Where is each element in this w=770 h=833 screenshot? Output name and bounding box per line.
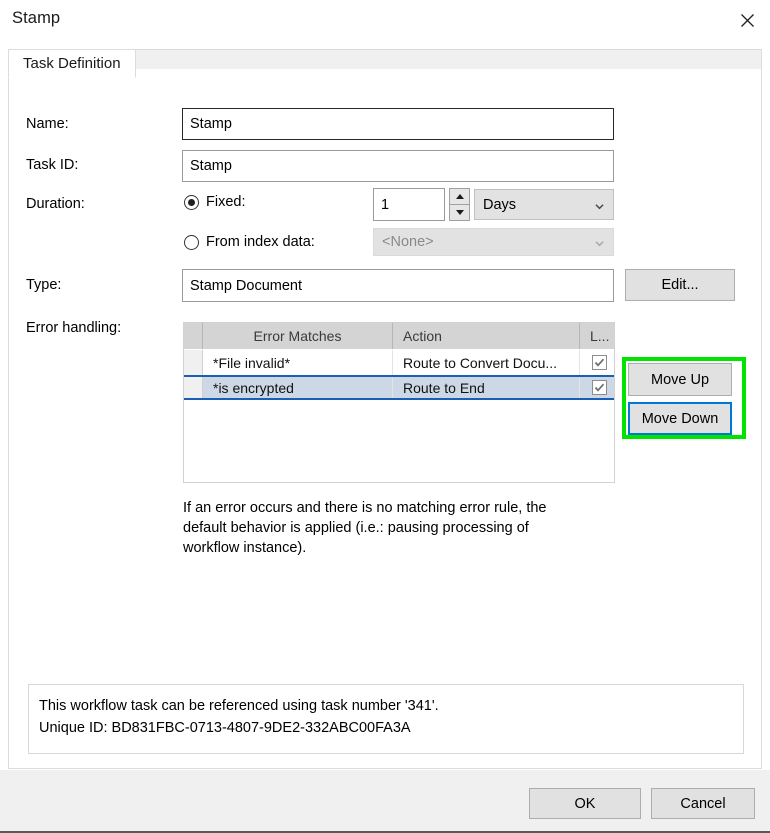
duration-value-input[interactable]: 1 (373, 188, 445, 221)
edit-button-label: Edit... (661, 277, 699, 293)
row-gutter (184, 377, 203, 398)
duration-fixed-radio[interactable]: Fixed: (184, 194, 246, 210)
from-index-select[interactable]: <None> (373, 228, 614, 256)
grid-header-row: Error Matches Action L... (184, 323, 614, 350)
cell-log (580, 350, 614, 375)
tab-label: Task Definition (23, 55, 121, 72)
error-rules-grid[interactable]: Error Matches Action L... *File invalid*… (183, 322, 615, 483)
error-handling-help-text: If an error occurs and there is no match… (183, 500, 547, 556)
edit-type-button[interactable]: Edit... (625, 269, 735, 301)
close-button[interactable] (724, 0, 770, 40)
dialog-footer: OK Cancel (0, 770, 770, 833)
chevron-down-icon-disabled (595, 241, 604, 247)
triangle-down-icon (455, 209, 464, 215)
check-icon (594, 383, 604, 392)
move-up-label: Move Up (650, 371, 710, 388)
name-input[interactable]: Stamp (182, 108, 614, 140)
radio-from-index-icon (184, 234, 199, 250)
type-input[interactable]: Stamp Document (182, 269, 614, 302)
cell-error-match: *is encrypted (203, 377, 393, 398)
cell-error-match: *File invalid* (203, 350, 393, 375)
error-handling-label: Error handling: (26, 320, 122, 336)
task-id-input-value: Stamp (190, 158, 232, 174)
log-checkbox[interactable] (591, 355, 607, 370)
check-icon (594, 358, 604, 367)
close-icon (740, 13, 754, 27)
duration-stepper-down[interactable] (449, 204, 470, 221)
table-row[interactable]: *File invalid* Route to Convert Docu... (184, 350, 614, 375)
cancel-button[interactable]: Cancel (651, 788, 755, 819)
type-value: Stamp Document (190, 277, 303, 294)
radio-fixed-icon (184, 194, 199, 210)
cell-log (580, 377, 614, 398)
move-up-button[interactable]: Move Up (628, 363, 732, 396)
grid-header-log[interactable]: L... (580, 323, 614, 349)
triangle-up-icon (455, 193, 464, 199)
name-label: Name: (26, 116, 69, 132)
name-input-value: Stamp (190, 116, 232, 132)
row-gutter (184, 350, 203, 375)
duration-unit-value: Days (483, 196, 517, 213)
move-down-button[interactable]: Move Down (628, 402, 732, 435)
cell-action: Route to End (393, 377, 580, 398)
window-title: Stamp (12, 9, 61, 27)
task-info-box: This workflow task can be referenced usi… (28, 684, 744, 754)
task-id-input[interactable]: Stamp (182, 150, 614, 182)
from-index-value: <None> (382, 234, 434, 250)
chevron-down-icon (595, 203, 604, 209)
cell-action: Route to Convert Docu... (393, 350, 580, 375)
grid-header-error-matches[interactable]: Error Matches (203, 323, 393, 349)
ok-label: OK (574, 795, 596, 812)
log-checkbox[interactable] (591, 380, 607, 395)
task-number-text: This workflow task can be referenced usi… (39, 698, 439, 714)
task-id-label: Task ID: (26, 157, 79, 173)
duration-unit-select[interactable]: Days (474, 189, 614, 220)
cancel-label: Cancel (680, 795, 726, 812)
grid-header-gutter (184, 323, 203, 349)
grid-header-action[interactable]: Action (393, 323, 580, 349)
table-row[interactable]: *is encrypted Route to End (184, 375, 614, 400)
tab-task-definition[interactable]: Task Definition (8, 49, 136, 78)
duration-from-index-radio[interactable]: From index data: (184, 234, 315, 250)
duration-stepper-up[interactable] (449, 188, 470, 205)
ok-button[interactable]: OK (529, 788, 641, 819)
duration-label: Duration: (26, 196, 85, 212)
duration-stepper[interactable] (449, 188, 470, 221)
title-bar: Stamp (0, 0, 770, 40)
duration-value: 1 (381, 196, 390, 213)
duration-fixed-label: Fixed: (206, 194, 246, 210)
duration-from-index-label: From index data: (206, 234, 315, 250)
move-down-label: Move Down (641, 410, 719, 427)
unique-id-text: Unique ID: BD831FBC-0713-4807-9DE2-332AB… (39, 720, 411, 736)
type-label: Type: (26, 277, 62, 293)
